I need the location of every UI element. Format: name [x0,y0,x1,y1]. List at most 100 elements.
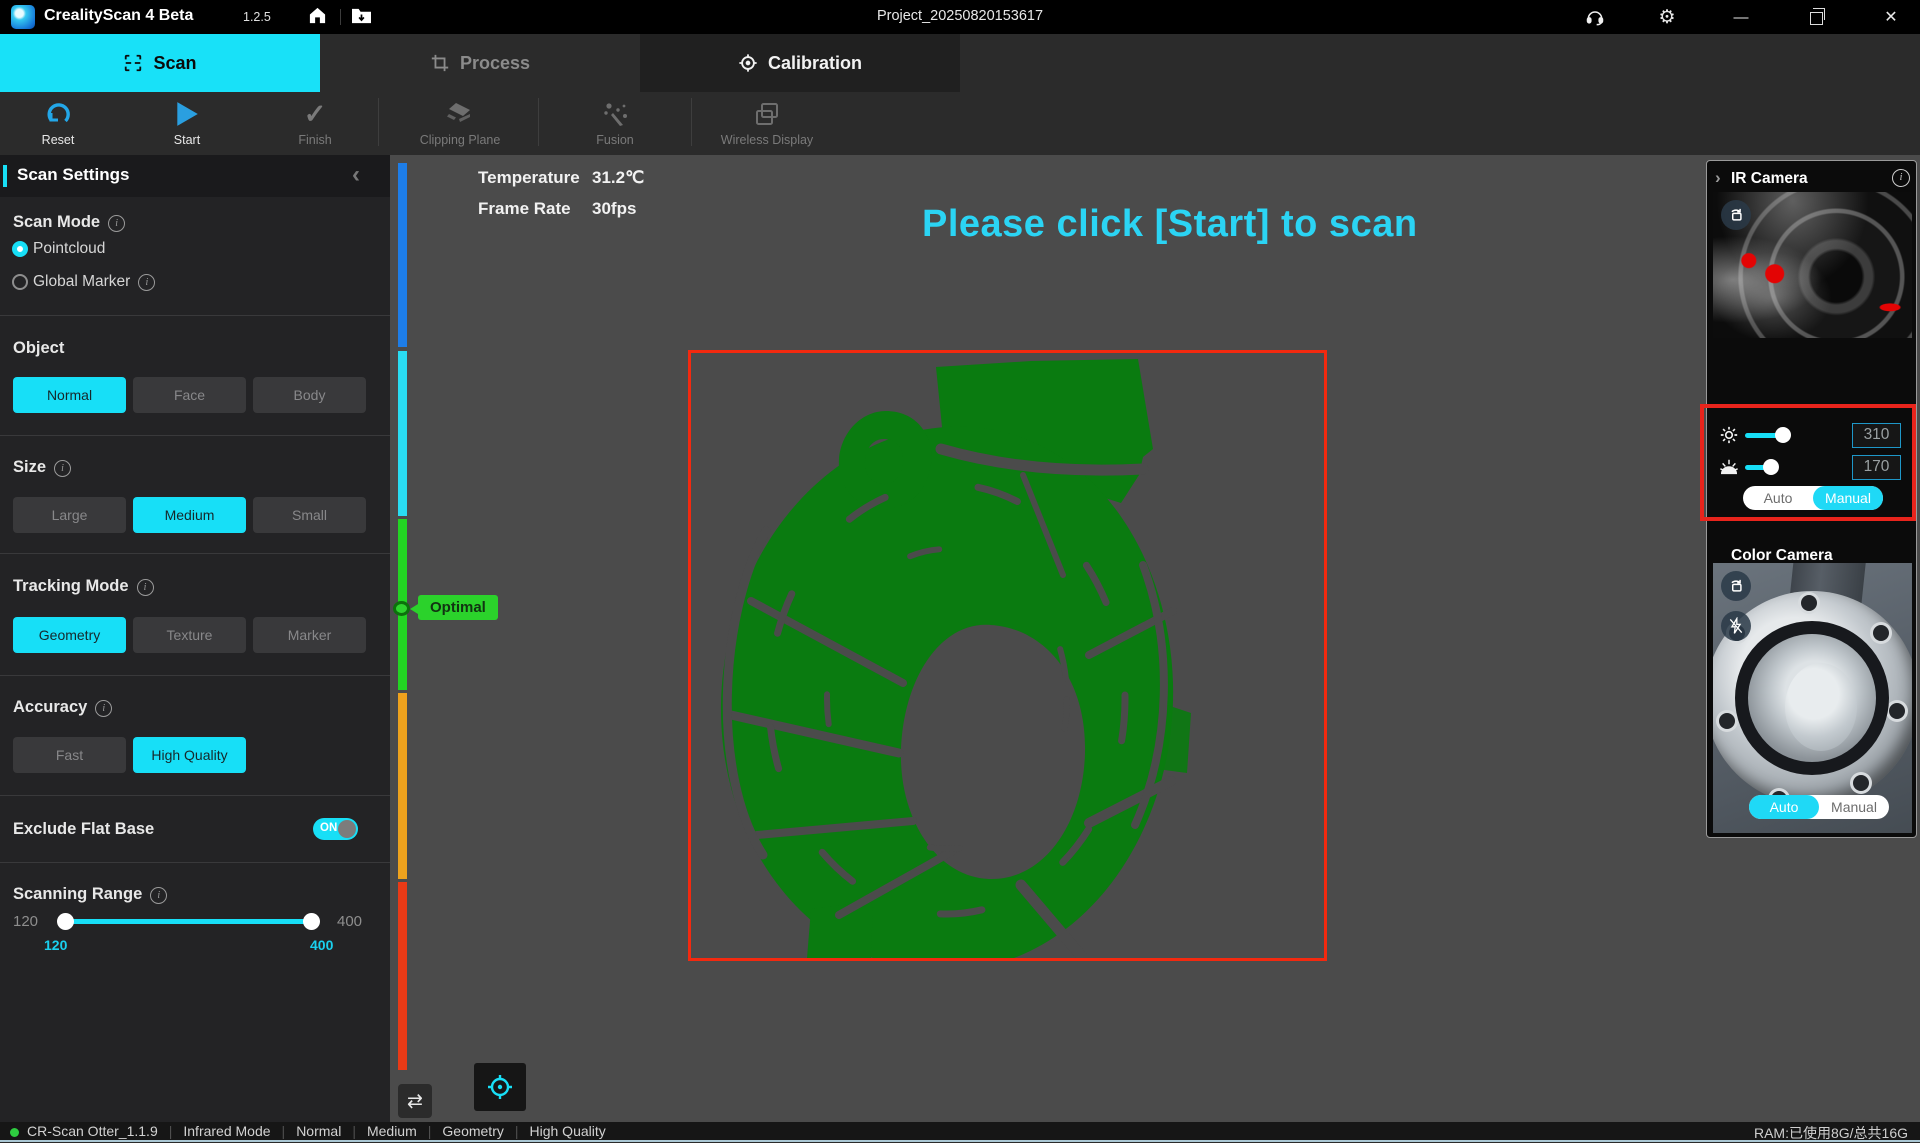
finish-button[interactable]: ✓ Finish [260,98,370,147]
size-label: Sizei [13,458,71,477]
status-tracking: Geometry [431,1123,514,1139]
status-scan-mode: Infrared Mode [172,1123,281,1139]
close-button[interactable]: ✕ [1868,0,1914,34]
toolbar: Reset Start ✓ Finish Clipping Plane Fusi… [0,92,1920,155]
fusion-button[interactable]: Fusion [560,98,670,147]
ir-controls-highlight-rect [1700,404,1916,521]
restore-window-button[interactable] [1793,0,1839,34]
size-option-large[interactable]: Large [13,497,126,533]
reset-button[interactable]: Reset [3,98,113,147]
section-divider [0,553,390,554]
support-headset-icon[interactable] [1572,0,1618,34]
swap-view-button[interactable]: ⇄ [398,1084,432,1118]
size-option-medium[interactable]: Medium [133,497,246,533]
section-divider [0,862,390,863]
status-bar: CR-Scan Otter_1.1.9 | Infrared Mode | No… [0,1122,1920,1140]
scan-mode-info-icon[interactable]: i [108,215,125,232]
radio-global-marker-icon [12,274,28,290]
tab-scan-label: Scan [153,53,196,74]
color-rotate-button[interactable] [1721,571,1751,601]
status-device: CR-Scan Otter_1.1.9 [27,1123,169,1139]
section-divider [0,315,390,316]
project-title: Project_20250820153617 [0,8,1920,24]
tab-calibration[interactable]: Calibration [640,34,960,92]
tab-calibration-label: Calibration [768,53,862,74]
tab-process-label: Process [460,53,530,74]
scan-viewport: Temperature 31.2℃ Frame Rate 30fps Pleas… [390,155,1920,1122]
range-max-label: 400 [337,913,362,930]
toolbar-separator [538,98,539,146]
ir-panel-chevron-icon[interactable]: › [1715,168,1721,188]
tracking-mode-info-icon[interactable]: i [137,579,154,596]
toolbar-separator [691,98,692,146]
accuracy-option-high-quality[interactable]: High Quality [133,737,246,773]
color-camera-image: Auto Manual [1713,563,1912,833]
range-low-value: 120 [44,937,67,953]
color-mode-manual[interactable]: Manual [1819,795,1889,819]
device-connected-dot [10,1128,19,1137]
color-exposure-mode-switch: Auto Manual [1749,795,1889,819]
clipping-plane-button[interactable]: Clipping Plane [405,98,515,147]
object-option-normal[interactable]: Normal [13,377,126,413]
scan-settings-header: Scan Settings ‹ [0,155,390,197]
pointcloud-preview [691,353,1324,958]
tracking-option-texture[interactable]: Texture [133,617,246,653]
center-tracking-button[interactable] [474,1063,526,1111]
optimal-label: Optimal [418,595,498,620]
quality-segment-cyan [398,351,407,516]
optimal-label-notch [410,604,418,614]
restore-icon [1810,12,1823,25]
object-label: Object [13,339,64,358]
frame-rate-value: 30fps [592,199,636,219]
scan-settings-title: Scan Settings [17,165,129,185]
frame-rate-label: Frame Rate [478,199,571,219]
collapse-panel-chevron[interactable]: ‹ [352,161,360,189]
object-option-face[interactable]: Face [133,377,246,413]
header-accent-bar [3,165,7,187]
ir-camera-info-icon[interactable]: i [1892,169,1910,187]
radio-pointcloud[interactable]: Pointcloud [12,239,105,259]
flash-off-icon [1727,617,1745,635]
accuracy-option-fast[interactable]: Fast [13,737,126,773]
tracking-target-icon [486,1073,514,1101]
bolt-hole [1873,625,1889,641]
tracking-option-marker[interactable]: Marker [253,617,366,653]
tab-scan[interactable]: Scan [0,34,320,92]
wireless-display-button[interactable]: Wireless Display [712,98,822,147]
tab-bar: Scan Process Calibration [0,34,1920,92]
accuracy-info-icon[interactable]: i [95,700,112,717]
rotate-icon [1727,206,1745,224]
toggle-knob [338,820,356,838]
section-divider [0,795,390,796]
status-size: Medium [356,1123,428,1139]
rotate-icon [1727,577,1745,595]
size-option-small[interactable]: Small [253,497,366,533]
quality-segment-orange [398,693,407,879]
scanning-range-label: Scanning Rangei [13,885,167,904]
range-thumb-low[interactable] [57,913,74,930]
ir-rotate-button[interactable] [1721,200,1751,230]
start-button[interactable]: Start [132,98,242,147]
tracking-mode-label: Tracking Modei [13,577,154,596]
bolt-hole [1889,703,1905,719]
status-accuracy: High Quality [519,1123,617,1139]
scanning-range-info-icon[interactable]: i [150,887,167,904]
toolbar-separator [378,98,379,146]
scan-settings-panel: Scan Settings ‹ Scan Modei Pointcloud Gl… [0,155,390,1122]
settings-gear-icon[interactable]: ⚙ [1644,0,1690,34]
object-option-body[interactable]: Body [253,377,366,413]
color-mode-auto[interactable]: Auto [1749,795,1819,819]
radio-global-marker[interactable]: Global Marker i [12,272,155,292]
tracking-option-geometry[interactable]: Geometry [13,617,126,653]
size-info-icon[interactable]: i [54,460,71,477]
range-thumb-high[interactable] [303,913,320,930]
temperature-value: 31.2℃ [592,168,644,188]
tab-process[interactable]: Process [320,34,640,92]
flash-off-button[interactable] [1721,611,1751,641]
exclude-flat-base-toggle[interactable]: ON [313,818,358,840]
calibration-target-icon [738,53,758,73]
scanning-range-slider[interactable] [65,919,312,924]
bolt-hole [1801,595,1817,611]
minimize-button[interactable]: — [1718,0,1764,34]
global-marker-info-icon[interactable]: i [138,274,155,291]
